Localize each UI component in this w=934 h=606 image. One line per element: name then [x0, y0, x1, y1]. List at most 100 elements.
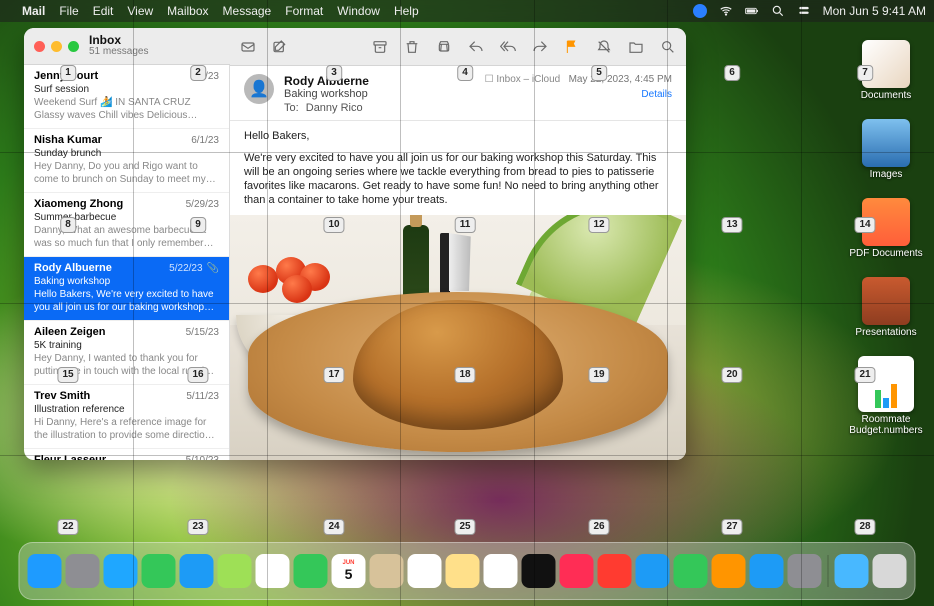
- menu-message[interactable]: Message: [223, 4, 272, 18]
- message-subject: 5K training: [34, 339, 219, 352]
- desktop-item-images[interactable]: Images: [846, 119, 926, 180]
- grid-label: 28: [854, 519, 875, 535]
- dock-app-notes[interactable]: [446, 554, 480, 588]
- message-preview: Hello Bakers, We're very excited to have…: [34, 288, 219, 314]
- dock-app-appstore[interactable]: [750, 554, 784, 588]
- dock-app-music[interactable]: [560, 554, 594, 588]
- menu-view[interactable]: View: [127, 4, 153, 18]
- dock-app-settings[interactable]: [788, 554, 822, 588]
- desktop-item-presentations[interactable]: Presentations: [846, 277, 926, 338]
- mailbox-title: Inbox: [89, 34, 148, 46]
- voice-control-icon[interactable]: [693, 4, 707, 18]
- menu-format[interactable]: Format: [285, 4, 323, 18]
- minimize-window-button[interactable]: [51, 41, 62, 52]
- menu-help[interactable]: Help: [394, 4, 419, 18]
- reader-sender: Rody Albuerne: [284, 74, 475, 88]
- reader-subject: Baking workshop: [284, 88, 475, 100]
- message-date: 5/29/23: [186, 198, 219, 211]
- dock-app-news[interactable]: [598, 554, 632, 588]
- menu-file[interactable]: File: [59, 4, 78, 18]
- dock-app-trash[interactable]: [873, 554, 907, 588]
- get-mail-icon[interactable]: [240, 39, 256, 55]
- pdf-documents-icon: [862, 198, 910, 246]
- spotlight-icon[interactable]: [771, 4, 785, 19]
- message-subject: Sunday brunch: [34, 147, 219, 160]
- message-item[interactable]: Aileen Zeigen5/15/235K trainingHey Danny…: [24, 321, 229, 385]
- dock-app-contacts[interactable]: [370, 554, 404, 588]
- message-subject: Summer barbecue: [34, 211, 219, 224]
- menu-mailbox[interactable]: Mailbox: [167, 4, 208, 18]
- dock-app-launchpad[interactable]: [66, 554, 100, 588]
- message-preview: Hey Danny, I wanted to thank you for put…: [34, 352, 219, 378]
- message-date: 5/15/23: [186, 326, 219, 339]
- message-item[interactable]: Xiaomeng Zhong5/29/23Summer barbecueDann…: [24, 193, 229, 257]
- reader-attachment-image[interactable]: [230, 215, 686, 460]
- dock-app-maps[interactable]: [218, 554, 252, 588]
- message-list[interactable]: Jenny Court6/3/23Surf sessionWeekend Sur…: [24, 65, 230, 460]
- dock: JUN5: [19, 542, 916, 600]
- desktop-item-label: Documents: [861, 90, 912, 101]
- menu-edit[interactable]: Edit: [93, 4, 114, 18]
- mailbox-subtitle: 51 messages: [89, 46, 148, 58]
- grid-label: 25: [454, 519, 475, 535]
- reply-icon[interactable]: [468, 39, 484, 55]
- message-sender: Nisha Kumar: [34, 134, 102, 147]
- message-item[interactable]: Rody Albuerne5/22/23📎Baking workshopHell…: [24, 257, 229, 321]
- to-label: To:: [284, 102, 299, 114]
- dock-app-tv[interactable]: [522, 554, 556, 588]
- message-date: 6/3/23: [191, 70, 219, 83]
- menubar-clock[interactable]: Mon Jun 5 9:41 AM: [823, 4, 926, 18]
- dock-app-downloads[interactable]: [835, 554, 869, 588]
- reader-body: Hello Bakers, We're very excited to have…: [230, 121, 686, 460]
- flag-icon[interactable]: [564, 39, 580, 55]
- message-date: 5/22/23📎: [169, 262, 219, 275]
- compose-icon[interactable]: [272, 39, 288, 55]
- archive-icon[interactable]: [372, 39, 388, 55]
- message-item[interactable]: Fleur Lasseur5/10/23Baseball team fundra…: [24, 449, 229, 460]
- dock-app-reminders[interactable]: [408, 554, 442, 588]
- menu-window[interactable]: Window: [337, 4, 380, 18]
- desktop-item-documents[interactable]: Documents: [846, 40, 926, 101]
- message-item[interactable]: Jenny Court6/3/23Surf sessionWeekend Sur…: [24, 65, 229, 129]
- dock-app-pages[interactable]: [712, 554, 746, 588]
- details-link[interactable]: Details: [485, 89, 672, 100]
- desktop-item-label: PDF Documents: [849, 248, 922, 259]
- dock-app-keynote[interactable]: [636, 554, 670, 588]
- dock-app-safari[interactable]: [104, 554, 138, 588]
- move-icon[interactable]: [628, 39, 644, 55]
- close-window-button[interactable]: [34, 41, 45, 52]
- message-item[interactable]: Trev Smith5/11/23Illustration referenceH…: [24, 385, 229, 449]
- grid-label: 20: [721, 367, 742, 383]
- fullscreen-window-button[interactable]: [68, 41, 79, 52]
- message-item[interactable]: Nisha Kumar6/1/23Sunday brunchHey Danny,…: [24, 129, 229, 193]
- message-sender: Rody Albuerne: [34, 262, 112, 275]
- reply-all-icon[interactable]: [500, 39, 516, 55]
- dock-app-photos[interactable]: [256, 554, 290, 588]
- message-preview: Hey Danny, Do you and Rigo want to come …: [34, 160, 219, 186]
- desktop-item-pdf[interactable]: PDF Documents: [846, 198, 926, 259]
- dock-separator: [828, 555, 829, 587]
- junk-icon[interactable]: [436, 39, 452, 55]
- dock-app-messages[interactable]: [142, 554, 176, 588]
- reader-paragraph: We're very excited to have you all join …: [244, 151, 672, 207]
- desktop-item-budget[interactable]: Roommate Budget.numbers: [846, 356, 926, 436]
- forward-icon[interactable]: [532, 39, 548, 55]
- dock-app-facetime[interactable]: [294, 554, 328, 588]
- control-center-icon[interactable]: [797, 4, 811, 19]
- dock-app-mail[interactable]: [180, 554, 214, 588]
- menubar-app-name[interactable]: Mail: [22, 4, 45, 18]
- desktop-item-label: Roommate Budget.numbers: [846, 414, 926, 436]
- message-date: 5/10/23: [186, 454, 219, 460]
- mute-icon[interactable]: [596, 39, 612, 55]
- trash-icon[interactable]: [404, 39, 420, 55]
- grid-label: 24: [323, 519, 344, 535]
- dock-app-finder[interactable]: [28, 554, 62, 588]
- dock-app-freeform[interactable]: [484, 554, 518, 588]
- search-icon[interactable]: [660, 39, 676, 55]
- wifi-icon[interactable]: [719, 4, 733, 19]
- window-controls: [34, 41, 79, 52]
- battery-icon[interactable]: [745, 4, 759, 19]
- reader-greeting: Hello Bakers,: [244, 129, 672, 143]
- dock-app-calendar[interactable]: JUN5: [332, 554, 366, 588]
- dock-app-numbers[interactable]: [674, 554, 708, 588]
